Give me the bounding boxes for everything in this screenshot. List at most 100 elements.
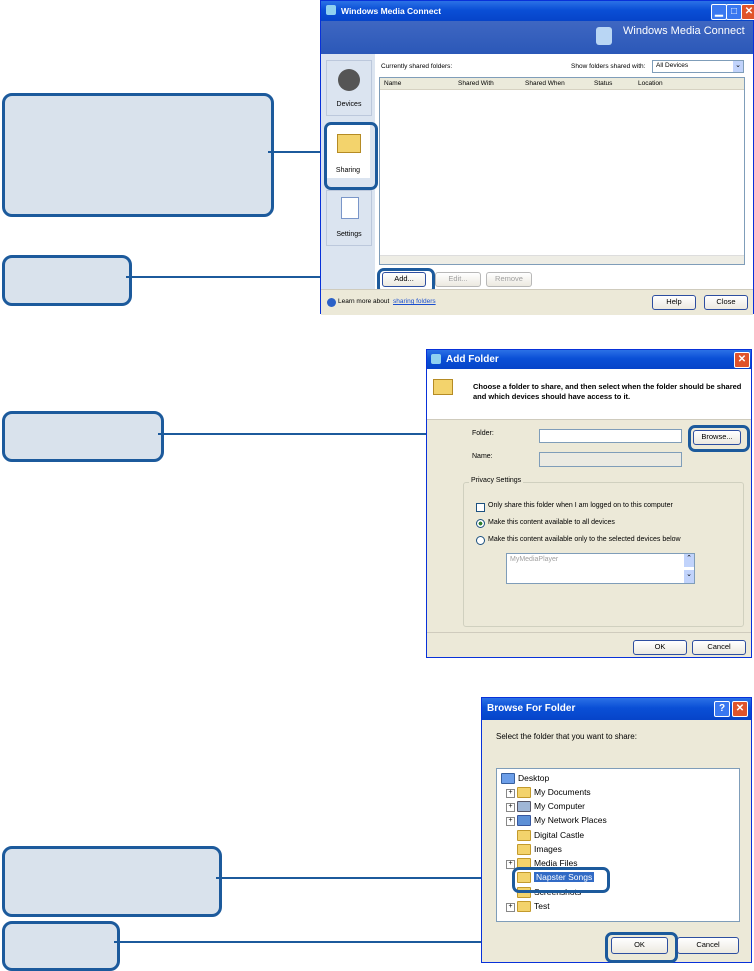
connector-sharing <box>268 151 324 153</box>
sharing-folders-link[interactable]: sharing folders <box>393 298 436 305</box>
brand-icon <box>596 27 612 45</box>
expand-icon[interactable]: + <box>506 789 515 798</box>
close-icon[interactable]: ✕ <box>734 352 750 368</box>
tree-item-desktop[interactable]: Desktop <box>501 773 550 785</box>
tree-label: Digital Castle <box>534 830 585 840</box>
help-icon <box>327 298 336 307</box>
browse-title: Browse For Folder <box>487 703 576 714</box>
folder-tree[interactable]: Desktop + My Documents + My Computer + M… <box>496 768 740 922</box>
show-devices-select[interactable]: All Devices ⌄ <box>652 60 744 73</box>
tree-label: Desktop <box>518 773 550 783</box>
maximize-button[interactable]: □ <box>726 4 742 20</box>
column-shared-with[interactable]: Shared With <box>458 80 494 87</box>
learn-more-text: Learn more about <box>338 298 390 305</box>
column-location[interactable]: Location <box>638 80 663 87</box>
expand-icon[interactable]: + <box>506 817 515 826</box>
column-shared-when[interactable]: Shared When <box>525 80 565 87</box>
edit-button[interactable]: Edit... <box>435 272 481 287</box>
add-folder-title: Add Folder <box>446 354 499 365</box>
callout-box-sharing <box>2 93 274 217</box>
select-value: All Devices <box>656 62 689 69</box>
folder-input[interactable] <box>539 429 682 443</box>
cancel-button[interactable]: Cancel <box>677 937 739 954</box>
folder-icon <box>517 787 531 799</box>
wmc-header-band: Windows Media Connect <box>321 21 753 54</box>
sidebar-item-settings[interactable]: Settings <box>326 190 372 246</box>
add-folder-titlebar: Add Folder ✕ <box>427 350 751 369</box>
name-label: Name: <box>472 453 493 460</box>
chevron-down-icon[interactable]: ⌄ <box>733 61 743 72</box>
wmc-titlebar: Windows Media Connect ▁ □ ✕ <box>321 1 754 21</box>
app-icon <box>431 354 441 364</box>
tree-label: My Documents <box>534 787 591 797</box>
add-folder-instruction: Choose a folder to share, and then selec… <box>473 382 742 401</box>
sidebar-item-label: Settings <box>336 231 362 238</box>
sidebar-item-devices[interactable]: Devices <box>326 60 372 116</box>
close-button[interactable]: Close <box>704 295 748 310</box>
cancel-button[interactable]: Cancel <box>692 640 746 655</box>
folder-icon <box>517 830 531 842</box>
connector-folder <box>216 877 512 879</box>
desktop-icon <box>501 773 515 785</box>
scroll-up-icon[interactable]: ⌃ <box>684 554 694 567</box>
opt-logged-on-label: Only share this folder when I am logged … <box>488 502 673 509</box>
folder-label: Folder: <box>472 430 494 437</box>
device-item[interactable]: MyMediaPlayer <box>510 556 558 563</box>
checkbox-logged-on[interactable] <box>476 503 485 512</box>
tree-item-digital-castle[interactable]: Digital Castle <box>517 830 585 842</box>
tree-label: Test <box>534 901 550 911</box>
horizontal-scrollbar[interactable] <box>380 255 744 264</box>
tree-item-my-computer[interactable]: My Computer <box>517 801 586 813</box>
callout-box-folder <box>2 846 222 917</box>
remove-button[interactable]: Remove <box>486 272 532 287</box>
column-status[interactable]: Status <box>594 80 612 87</box>
folder-icon <box>517 901 531 913</box>
devices-icon <box>338 69 360 91</box>
highlight-sharing <box>324 122 378 190</box>
close-icon[interactable]: ✕ <box>732 701 748 717</box>
show-shared-label: Show folders shared with: <box>571 63 646 70</box>
add-folder-dialog: Add Folder ✕ Choose a folder to share, a… <box>426 349 752 658</box>
device-listbox[interactable]: MyMediaPlayer ⌃ ⌄ <box>506 553 695 584</box>
shared-folders-list[interactable]: Name Shared With Shared When Status Loca… <box>379 77 745 265</box>
settings-check-icon <box>341 197 359 219</box>
tree-item-my-network-places[interactable]: My Network Places <box>517 815 607 827</box>
app-icon <box>326 5 336 15</box>
wmc-window: Windows Media Connect ▁ □ ✕ Windows Medi… <box>320 0 754 315</box>
expand-icon[interactable]: + <box>506 903 515 912</box>
help-question-icon[interactable]: ? <box>714 701 730 717</box>
highlight-browse <box>688 425 750 452</box>
radio-selected-devices[interactable] <box>476 536 485 545</box>
list-header: Name Shared With Shared When Status Loca… <box>380 78 744 90</box>
folder-check-icon <box>433 379 453 395</box>
tree-item-test[interactable]: Test <box>517 901 550 913</box>
computer-icon <box>517 801 531 813</box>
tree-item-images[interactable]: Images <box>517 844 562 856</box>
wmc-footer: Learn more about sharing folders Help Cl… <box>321 289 753 315</box>
expand-icon[interactable]: + <box>506 803 515 812</box>
add-folder-footer-divider <box>427 632 751 633</box>
callout-box-ok <box>2 921 120 971</box>
help-button[interactable]: Help <box>652 295 696 310</box>
opt-selected-devices-label: Make this content available only to the … <box>488 536 681 543</box>
browse-folder-dialog: Browse For Folder ? ✕ Select the folder … <box>481 697 752 963</box>
tree-item-my-documents[interactable]: My Documents <box>517 787 591 799</box>
minimize-button[interactable]: ▁ <box>711 4 727 20</box>
radio-all-devices[interactable] <box>476 519 485 528</box>
scroll-down-icon[interactable]: ⌄ <box>684 570 694 583</box>
tree-label: My Network Places <box>534 815 607 825</box>
sidebar-item-label: Devices <box>336 101 362 108</box>
tree-label: My Computer <box>534 801 586 811</box>
column-name[interactable]: Name <box>384 80 401 87</box>
ok-button[interactable]: OK <box>633 640 687 655</box>
highlight-ok <box>605 932 678 963</box>
privacy-groupbox: Privacy Settings Only share this folder … <box>463 477 744 627</box>
highlight-napster-songs <box>512 867 610 893</box>
opt-all-devices-label: Make this content available to all devic… <box>488 519 615 526</box>
browse-prompt: Select the folder that you want to share… <box>496 732 637 741</box>
name-input <box>539 452 682 467</box>
close-window-button[interactable]: ✕ <box>741 4 754 20</box>
brand-title: Windows Media Connect <box>623 25 745 37</box>
folder-icon <box>517 844 531 856</box>
callout-box-browse <box>2 411 164 462</box>
